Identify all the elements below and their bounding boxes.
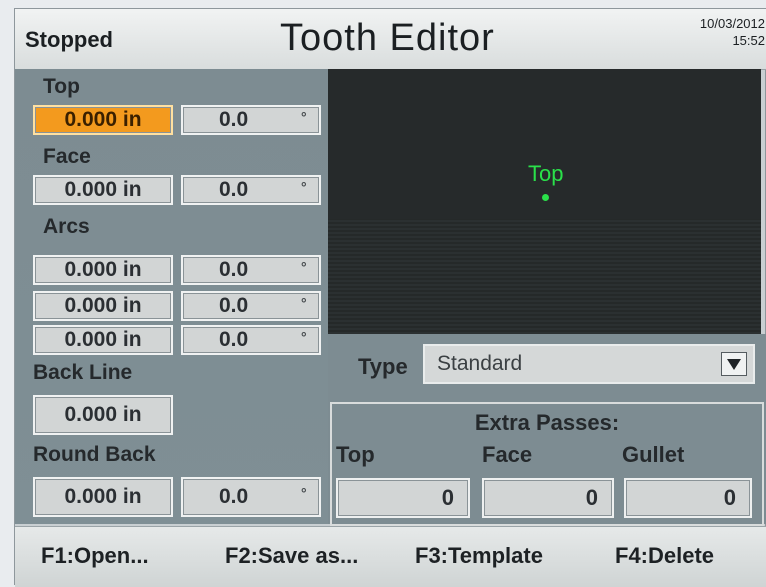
face-angle-value: 0.0 xyxy=(219,178,249,201)
degree-symbol: ° xyxy=(301,329,307,345)
arc-3-length-field[interactable]: 0.000 in xyxy=(33,325,173,355)
arc-1-angle-field[interactable]: 0.0 ° xyxy=(181,255,321,285)
degree-symbol: ° xyxy=(301,109,307,125)
round-back-angle-field[interactable]: 0.0 ° xyxy=(181,477,321,517)
f4-delete-button[interactable]: F4:Delete xyxy=(615,543,714,569)
time-text: 15:52 xyxy=(732,33,765,48)
degree-symbol: ° xyxy=(301,259,307,275)
top-angle-value: 0.0 xyxy=(219,108,249,131)
face-label: Face xyxy=(43,145,91,168)
top-length-field[interactable]: 0.000 in xyxy=(33,105,173,135)
arc-2-angle-value: 0.0 xyxy=(219,294,249,317)
tooth-preview-canvas[interactable]: Top xyxy=(328,69,761,334)
degree-symbol: ° xyxy=(301,295,307,311)
type-label: Type xyxy=(358,354,408,379)
round-back-length-field[interactable]: 0.000 in xyxy=(33,477,173,517)
preview-top-point[interactable] xyxy=(542,194,549,201)
face-angle-field[interactable]: 0.0 ° xyxy=(181,175,321,205)
top-angle-field[interactable]: 0.0 ° xyxy=(181,105,321,135)
degree-symbol: ° xyxy=(301,485,307,501)
machine-status: Stopped xyxy=(25,27,113,52)
arc-3-angle-field[interactable]: 0.0 ° xyxy=(181,325,321,355)
top-label: Top xyxy=(43,75,80,98)
date-text: 10/03/2012 xyxy=(699,16,765,31)
back-line-label: Back Line xyxy=(33,361,133,384)
type-selected-value: Standard xyxy=(437,352,523,375)
extra-gullet-field[interactable]: 0 xyxy=(624,478,752,518)
datetime-display: 10/03/2012 15:52 xyxy=(700,15,765,49)
header-bar: Stopped Tooth Editor 10/03/2012 15:52 xyxy=(15,9,766,70)
round-back-angle-value: 0.0 xyxy=(219,485,249,508)
f3-template-button[interactable]: F3:Template xyxy=(415,543,543,569)
preview-top-marker-label: Top xyxy=(528,161,564,186)
back-line-length-field[interactable]: 0.000 in xyxy=(33,395,173,435)
extra-passes-title: Extra Passes: xyxy=(474,410,620,435)
extra-face-field[interactable]: 0 xyxy=(482,478,614,518)
tooth-parameters-panel: Top 0.000 in 0.0 ° Face 0.000 in 0.0 ° A… xyxy=(15,69,328,524)
degree-symbol: ° xyxy=(301,179,307,195)
arc-1-length-field[interactable]: 0.000 in xyxy=(33,255,173,285)
extra-top-field[interactable]: 0 xyxy=(336,478,470,518)
tooth-editor-screen: Stopped Tooth Editor 10/03/2012 15:52 To… xyxy=(14,8,766,587)
page-title: Tooth Editor xyxy=(280,17,495,59)
function-key-bar: F1:Open... F2:Save as... F3:Template F4:… xyxy=(15,526,766,587)
f2-save-as-button[interactable]: F2:Save as... xyxy=(225,543,358,569)
preview-ground-area xyxy=(328,219,761,334)
face-length-field[interactable]: 0.000 in xyxy=(33,175,173,205)
settings-panel: Type Standard Extra Passes: Top Face Gul… xyxy=(328,334,766,526)
type-dropdown[interactable]: Standard xyxy=(423,344,755,384)
arc-3-angle-value: 0.0 xyxy=(219,328,249,351)
f1-open-button[interactable]: F1:Open... xyxy=(41,543,149,569)
extra-gullet-label: Gullet xyxy=(622,442,685,467)
arcs-label: Arcs xyxy=(43,215,90,238)
triangle-down-icon[interactable] xyxy=(721,352,747,376)
arc-2-angle-field[interactable]: 0.0 ° xyxy=(181,291,321,321)
round-back-label: Round Back xyxy=(33,443,156,466)
arc-2-length-field[interactable]: 0.000 in xyxy=(33,291,173,321)
extra-passes-group: Extra Passes: Top Face Gullet 0 0 0 xyxy=(330,402,764,526)
extra-face-label: Face xyxy=(482,442,533,467)
extra-top-label: Top xyxy=(336,442,375,467)
arc-1-angle-value: 0.0 xyxy=(219,258,249,281)
